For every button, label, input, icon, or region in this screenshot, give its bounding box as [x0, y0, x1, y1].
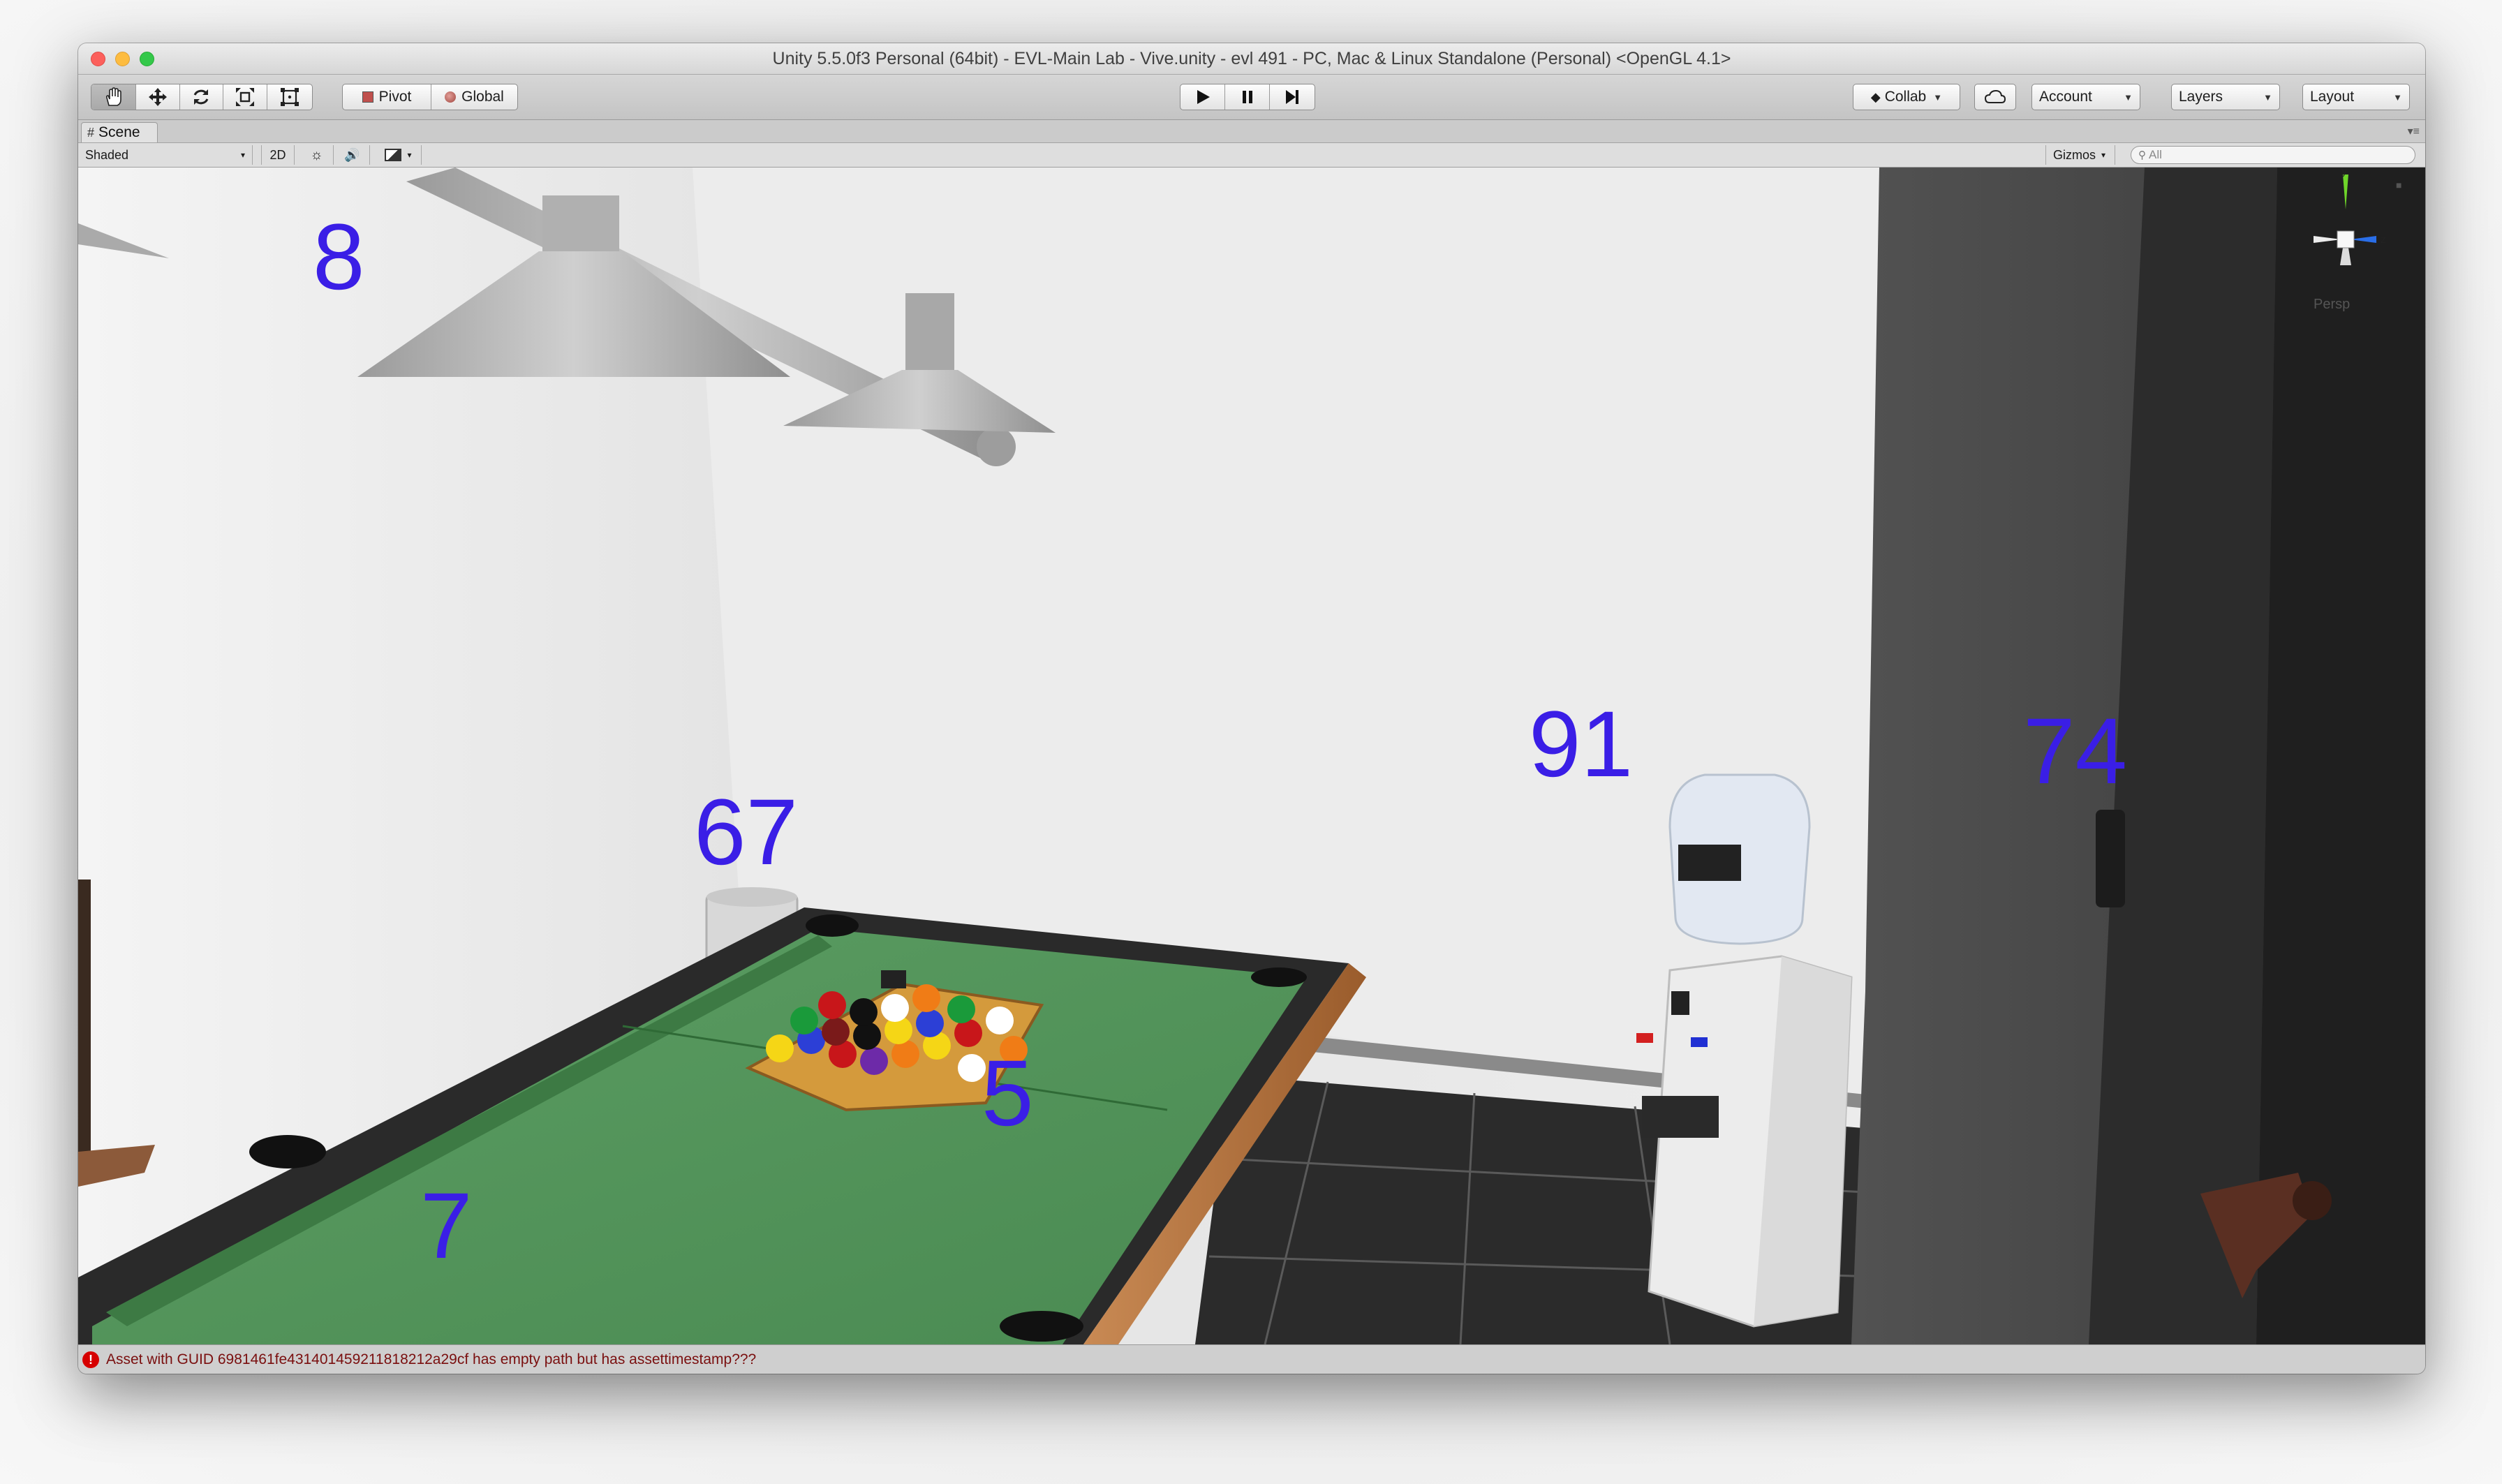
tab-menu-icon[interactable]: ▾≡ [2408, 124, 2420, 138]
layout-dropdown[interactable]: Layout ▼ [2302, 84, 2410, 110]
tab-scene[interactable]: # Scene [81, 122, 158, 142]
scale-tool-button[interactable] [223, 84, 268, 110]
scene-label-91: 91 [1529, 692, 1634, 796]
scene-tab-label: Scene [98, 124, 140, 140]
hot-tap [1636, 1033, 1653, 1043]
window-title: Unity 5.5.0f3 Personal (64bit) - EVL-Mai… [772, 48, 1731, 68]
2d-toggle[interactable]: 2D [261, 145, 295, 165]
scene-label-8: 8 [313, 205, 365, 309]
gizmos-dropdown[interactable]: Gizmos ▾ [2045, 145, 2115, 165]
global-label: Global [461, 89, 504, 105]
lighting-toggle[interactable]: ☼ [300, 145, 334, 165]
collab-icon: ◆ [1870, 89, 1881, 104]
scene-label-5: 5 [982, 1041, 1034, 1145]
pause-button[interactable] [1225, 84, 1270, 110]
search-placeholder: All [2149, 148, 2162, 161]
move-icon [148, 88, 167, 106]
close-window-button[interactable] [91, 52, 105, 66]
scale-icon [236, 88, 255, 106]
pivot-global-toggle: Pivot Global [342, 84, 518, 110]
scene-search-input[interactable]: ⚲ All [2131, 146, 2415, 164]
layers-dropdown[interactable]: Layers ▼ [2171, 84, 2280, 110]
step-button[interactable] [1270, 84, 1315, 110]
search-icon: ⚲ [2138, 149, 2146, 161]
orientation-gizmo[interactable]: y z ■ Persp [2307, 168, 2425, 328]
sun-icon: ☼ [310, 147, 323, 163]
account-label: Account [2039, 89, 2092, 105]
y-axis-label: y [2341, 168, 2347, 177]
z-axis-label: z [2381, 234, 2386, 246]
transform-tools [91, 84, 313, 110]
hand-icon [106, 87, 122, 106]
title-bar: Unity 5.5.0f3 Personal (64bit) - EVL-Mai… [78, 43, 2425, 75]
hand-tool-button[interactable] [91, 84, 136, 110]
2d-label: 2D [269, 147, 286, 162]
speaker-icon: 🔊 [344, 147, 360, 162]
door-latch [2096, 810, 2125, 907]
error-icon: ! [82, 1351, 99, 1368]
cloud-button[interactable] [1974, 84, 2016, 110]
chevron-down-icon: ▾ [240, 150, 245, 160]
scene-label-7: 7 [420, 1174, 473, 1278]
chevron-down-icon: ▼ [2124, 91, 2133, 103]
shading-mode-label: Shaded [85, 147, 129, 162]
chalk-cube [881, 970, 906, 988]
effects-dropdown[interactable]: ▾ [376, 145, 422, 165]
y-axis-arrow [2343, 175, 2348, 209]
globe-icon [445, 91, 457, 103]
unity-editor-window: Unity 5.5.0f3 Personal (64bit) - EVL-Mai… [78, 43, 2425, 1374]
cold-tap [1691, 1037, 1708, 1047]
collab-label: Collab [1884, 89, 1927, 105]
rotate-tool-button[interactable] [180, 84, 223, 110]
cloud-icon [1984, 89, 2006, 103]
playback-controls [1180, 84, 1315, 110]
pivot-button[interactable]: Pivot [343, 84, 431, 110]
step-icon [1285, 90, 1298, 104]
pivot-icon [362, 91, 373, 103]
play-icon [1197, 90, 1210, 104]
pause-icon [1242, 91, 1252, 103]
window-controls [91, 52, 154, 66]
chevron-down-icon: ▾ [407, 150, 412, 160]
pivot-label: Pivot [378, 89, 412, 105]
minimize-window-button[interactable] [115, 52, 130, 66]
persp-label: Persp [2314, 297, 2350, 312]
play-button[interactable] [1180, 84, 1226, 110]
gizmos-label: Gizmos [2053, 147, 2096, 162]
chevron-down-icon: ▾ [2101, 150, 2106, 160]
layers-label: Layers [2179, 89, 2223, 105]
console-status-bar[interactable]: ! Asset with GUID 6981461fe4314014592118… [78, 1344, 2425, 1374]
maximize-window-button[interactable] [140, 52, 154, 66]
chevron-down-icon: ▼ [2263, 91, 2272, 103]
scene-label-67: 67 [694, 780, 799, 884]
global-button[interactable]: Global [431, 84, 517, 110]
tab-bar: # Scene ▾≡ [78, 120, 2425, 143]
rect-tool-button[interactable] [267, 84, 312, 110]
chevron-down-icon: ▼ [1933, 91, 1943, 103]
rotate-icon [194, 89, 209, 105]
scene-viewport[interactable]: 8 67 5 7 91 74 y z ■ Persp [78, 168, 2425, 1344]
lock-icon: ■ [2396, 179, 2401, 191]
main-toolbar: Pivot Global ◆ Collab ▼ Account ▼ Layers… [78, 75, 2425, 120]
scene-label-74: 74 [2023, 699, 2128, 803]
shading-mode-dropdown[interactable]: Shaded ▾ [78, 145, 253, 165]
layout-label: Layout [2310, 89, 2355, 105]
scene-grid-icon: # [87, 125, 95, 140]
account-dropdown[interactable]: Account ▼ [2031, 84, 2140, 110]
error-message: Asset with GUID 6981461fe431401459211818… [106, 1351, 757, 1367]
chevron-down-icon: ▼ [2393, 91, 2402, 103]
rect-icon [281, 88, 299, 106]
collab-dropdown[interactable]: ◆ Collab ▼ [1853, 84, 1960, 110]
audio-toggle[interactable]: 🔊 [335, 145, 370, 165]
scene-view-toolbar: Shaded ▾ 2D ☼ 🔊 ▾ Gizmos ▾ ⚲ All [78, 143, 2425, 168]
image-icon [385, 149, 402, 161]
move-tool-button[interactable] [136, 84, 181, 110]
